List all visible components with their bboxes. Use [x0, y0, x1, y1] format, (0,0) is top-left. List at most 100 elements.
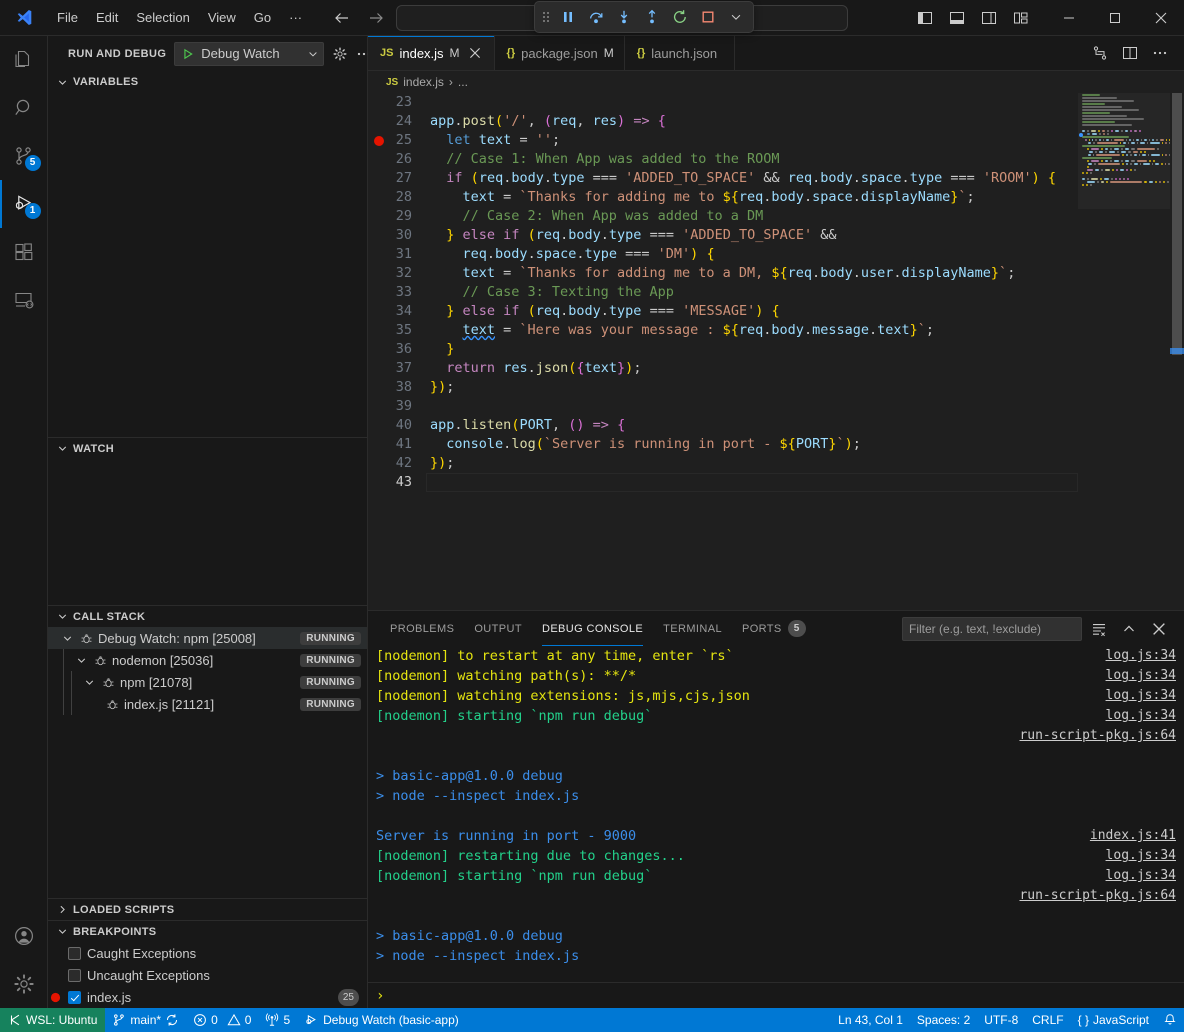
- sidebar-item-source-control[interactable]: 5: [0, 132, 48, 180]
- console-source-link[interactable]: log.js:34: [1106, 706, 1184, 726]
- status-eol[interactable]: CRLF: [1025, 1008, 1070, 1032]
- clear-console-icon[interactable]: [1086, 616, 1112, 642]
- code-text[interactable]: text = `Thanks for adding me to ${req.bo…: [426, 188, 1184, 207]
- code-line[interactable]: 26 // Case 1: When App was added to the …: [368, 150, 1184, 169]
- code-line[interactable]: 33 // Case 3: Texting the App: [368, 283, 1184, 302]
- code-text[interactable]: });: [426, 454, 1184, 473]
- code-line[interactable]: 36 }: [368, 340, 1184, 359]
- restart-button[interactable]: [667, 4, 693, 30]
- menu-edit[interactable]: Edit: [87, 7, 127, 28]
- chevron-down-icon[interactable]: [54, 74, 70, 90]
- code-lines[interactable]: 2324app.post('/', (req, res) => {25 let …: [368, 93, 1184, 610]
- code-line[interactable]: 30 } else if (req.body.type === 'ADDED_T…: [368, 226, 1184, 245]
- status-encoding[interactable]: UTF-8: [977, 1008, 1025, 1032]
- code-line[interactable]: 25 let text = '';: [368, 131, 1184, 150]
- close-icon[interactable]: [466, 44, 484, 62]
- menu-selection[interactable]: Selection: [127, 7, 198, 28]
- sidebar-item-run-and-debug[interactable]: 1: [0, 180, 48, 228]
- console-source-link[interactable]: index.js:41: [1090, 826, 1184, 846]
- toggle-secondary-sidebar-icon[interactable]: [974, 3, 1004, 33]
- loaded-scripts-section-header[interactable]: LOADED SCRIPTS: [48, 898, 367, 920]
- status-branch[interactable]: main*: [105, 1008, 186, 1032]
- code-text[interactable]: }: [426, 340, 1184, 359]
- status-indentation[interactable]: Spaces: 2: [910, 1008, 977, 1032]
- chevron-down-icon[interactable]: [723, 4, 749, 30]
- menu-file[interactable]: File: [48, 7, 87, 28]
- code-line[interactable]: 35 text = `Here was your message : ${req…: [368, 321, 1184, 340]
- call-stack-row[interactable]: Debug Watch: npm [25008] RUNNING: [48, 627, 367, 649]
- breakpoint-row[interactable]: index.js 25: [48, 986, 367, 1008]
- code-line[interactable]: 40app.listen(PORT, () => {: [368, 416, 1184, 435]
- code-line[interactable]: 23: [368, 93, 1184, 112]
- accounts-button[interactable]: [0, 912, 48, 960]
- chevron-down-icon[interactable]: [82, 676, 96, 689]
- code-text[interactable]: let text = '';: [426, 131, 1184, 150]
- breadcrumb-file[interactable]: index.js: [403, 75, 444, 89]
- call-stack-row[interactable]: npm [21078] RUNNING: [48, 671, 367, 693]
- code-text[interactable]: } else if (req.body.type === 'MESSAGE') …: [426, 302, 1184, 321]
- code-line[interactable]: 39: [368, 397, 1184, 416]
- manage-settings-button[interactable]: [0, 960, 48, 1008]
- breakpoint-checkbox[interactable]: [68, 969, 81, 982]
- debug-console-output[interactable]: [nodemon] to restart at any time, enter …: [368, 646, 1184, 982]
- status-notifications[interactable]: [1156, 1008, 1184, 1032]
- code-line[interactable]: 42});: [368, 454, 1184, 473]
- tab-debug-console[interactable]: DEBUG CONSOLE: [532, 611, 653, 646]
- launch-configuration-select[interactable]: Debug Watch: [174, 42, 324, 66]
- menu-view[interactable]: View: [199, 7, 245, 28]
- console-source-link[interactable]: log.js:34: [1106, 686, 1184, 706]
- tab-launch-json[interactable]: {} launch.json: [625, 36, 735, 70]
- status-language-mode[interactable]: { } JavaScript: [1071, 1008, 1156, 1032]
- status-cursor-position[interactable]: Ln 43, Col 1: [831, 1008, 910, 1032]
- sidebar-item-explorer[interactable]: [0, 36, 48, 84]
- console-source-link[interactable]: run-script-pkg.js:64: [1019, 726, 1184, 746]
- code-text[interactable]: app.listen(PORT, () => {: [426, 416, 1184, 435]
- breakpoint-marker-icon[interactable]: [374, 136, 384, 146]
- call-stack-row[interactable]: index.js [21121] RUNNING: [48, 693, 367, 715]
- gear-icon[interactable]: [332, 43, 348, 65]
- status-problems[interactable]: 0 0: [186, 1008, 258, 1032]
- tab-index-js[interactable]: JS index.js M: [368, 36, 495, 70]
- split-editor-icon[interactable]: [1116, 39, 1144, 67]
- code-text[interactable]: return res.json({text});: [426, 359, 1184, 378]
- breadcrumb-rest[interactable]: ...: [458, 75, 468, 89]
- code-text[interactable]: app.post('/', (req, res) => {: [426, 112, 1184, 131]
- filter-input[interactable]: Filter (e.g. text, !exclude): [902, 617, 1082, 641]
- status-ports[interactable]: 5: [258, 1008, 297, 1032]
- tab-problems[interactable]: PROBLEMS: [380, 611, 464, 646]
- debug-console-input[interactable]: ›: [368, 982, 1184, 1008]
- code-text[interactable]: console.log(`Server is running in port -…: [426, 435, 1184, 454]
- console-source-link[interactable]: log.js:34: [1106, 646, 1184, 666]
- code-text[interactable]: if (req.body.type === 'ADDED_TO_SPACE' &…: [426, 169, 1184, 188]
- chevron-down-icon[interactable]: [54, 924, 70, 940]
- console-source-link[interactable]: log.js:34: [1106, 846, 1184, 866]
- console-source-link[interactable]: run-script-pkg.js:64: [1019, 886, 1184, 906]
- chevron-down-icon[interactable]: [307, 48, 319, 60]
- code-line[interactable]: 34 } else if (req.body.type === 'MESSAGE…: [368, 302, 1184, 321]
- sidebar-item-search[interactable]: [0, 84, 48, 132]
- customize-layout-icon[interactable]: [1006, 3, 1036, 33]
- menu-more[interactable]: ···: [280, 7, 311, 28]
- code-text[interactable]: // Case 3: Texting the App: [426, 283, 1184, 302]
- more-actions-icon[interactable]: [1146, 39, 1174, 67]
- minimize-button[interactable]: [1046, 0, 1092, 36]
- menu-go[interactable]: Go: [245, 7, 280, 28]
- tab-terminal[interactable]: TERMINAL: [653, 611, 732, 646]
- stop-button[interactable]: [695, 4, 721, 30]
- code-line[interactable]: 24app.post('/', (req, res) => {: [368, 112, 1184, 131]
- code-line[interactable]: 27 if (req.body.type === 'ADDED_TO_SPACE…: [368, 169, 1184, 188]
- code-line[interactable]: 29 // Case 2: When App was added to a DM: [368, 207, 1184, 226]
- code-line[interactable]: 32 text = `Thanks for adding me to a DM,…: [368, 264, 1184, 283]
- code-line[interactable]: 41 console.log(`Server is running in por…: [368, 435, 1184, 454]
- code-line[interactable]: 38});: [368, 378, 1184, 397]
- play-icon[interactable]: [181, 47, 195, 61]
- call-stack-section-header[interactable]: CALL STACK: [48, 605, 367, 627]
- chevron-down-icon[interactable]: [60, 632, 74, 645]
- code-text[interactable]: text = `Thanks for adding me to a DM, ${…: [426, 264, 1184, 283]
- code-text[interactable]: // Case 2: When App was added to a DM: [426, 207, 1184, 226]
- code-editor[interactable]: 2324app.post('/', (req, res) => {25 let …: [368, 93, 1184, 610]
- chevron-down-icon[interactable]: [54, 441, 70, 457]
- breakpoints-section-header[interactable]: BREAKPOINTS: [48, 920, 367, 942]
- open-changes-icon[interactable]: [1086, 39, 1114, 67]
- sidebar-item-remote-explorer[interactable]: [0, 276, 48, 324]
